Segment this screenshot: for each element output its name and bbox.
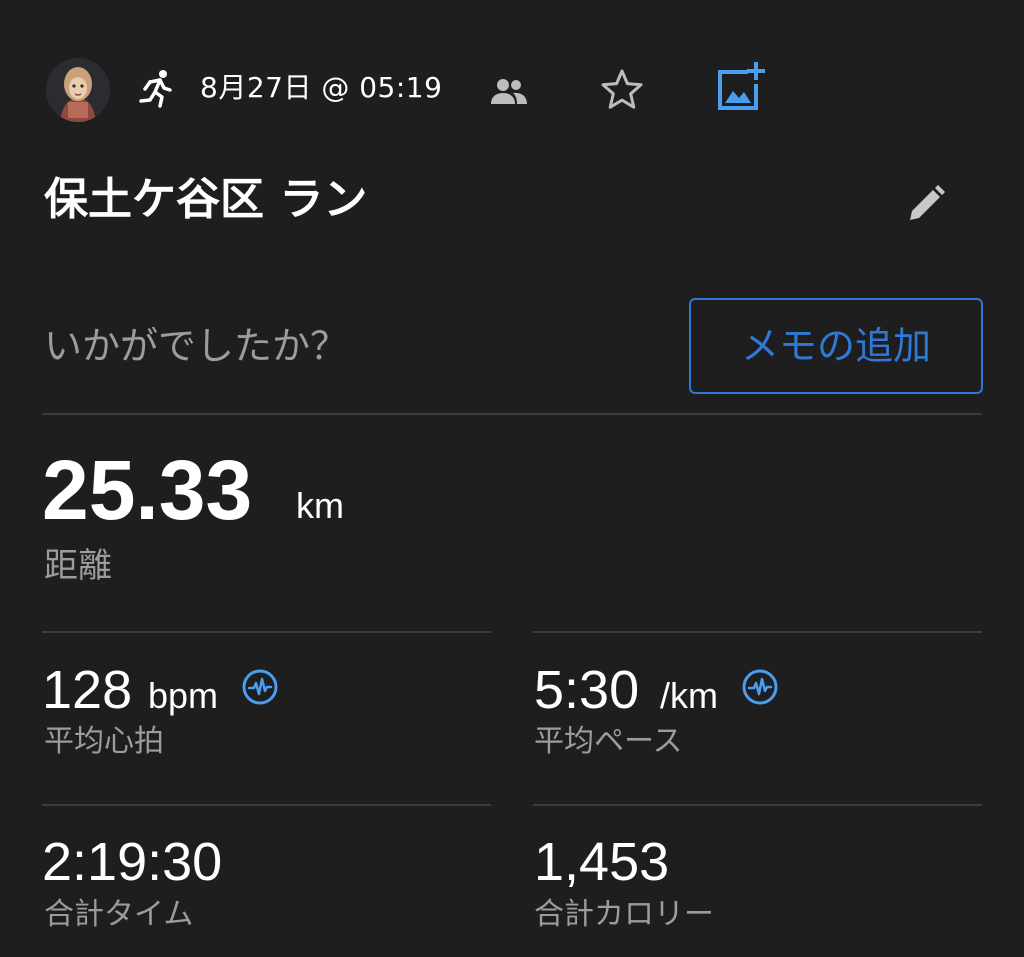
heart-rate-icon[interactable] — [741, 668, 779, 706]
avg-pace-unit: /km — [660, 675, 718, 716]
avg-heart-rate-value: 128 — [42, 660, 133, 720]
star-icon[interactable] — [598, 66, 646, 114]
divider — [42, 413, 982, 415]
add-memo-button[interactable]: メモの追加 — [689, 298, 983, 394]
divider — [533, 804, 982, 806]
total-calories-label: 合計カロリー — [534, 897, 714, 932]
divider — [42, 631, 491, 633]
people-icon[interactable] — [490, 76, 528, 106]
feedback-prompt: いかがでしたか？ — [44, 324, 349, 368]
activity-detail-page: 8月27日 @ 05:19 保土ケ谷区 ラン いかがでしたか？ メモの追加 25… — [0, 0, 1024, 957]
divider — [533, 631, 982, 633]
avg-pace-value: 5:30 — [534, 660, 640, 720]
activity-title: 保土ケ谷区 ラン — [44, 174, 368, 225]
heart-rate-icon[interactable] — [241, 668, 279, 706]
avatar[interactable] — [46, 58, 110, 122]
avg-heart-rate-label: 平均心拍 — [44, 724, 164, 759]
add-photo-icon[interactable] — [714, 60, 768, 114]
distance-unit: km — [296, 485, 344, 526]
avg-pace-label: 平均ペース — [534, 724, 683, 759]
running-icon — [139, 70, 172, 108]
avatar-image — [46, 58, 110, 122]
pencil-icon[interactable] — [900, 180, 950, 230]
distance-value: 25.33 — [42, 443, 253, 537]
total-time-value: 2:19:30 — [42, 832, 223, 892]
total-time-label: 合計タイム — [44, 897, 194, 932]
total-calories-value: 1,453 — [534, 832, 670, 892]
distance-label: 距離 — [44, 546, 112, 586]
avg-heart-rate-unit: bpm — [148, 675, 219, 716]
activity-date-time: 8月27日 @ 05:19 — [200, 71, 443, 104]
divider — [42, 804, 491, 806]
activity-header: 8月27日 @ 05:19 — [0, 56, 1024, 122]
